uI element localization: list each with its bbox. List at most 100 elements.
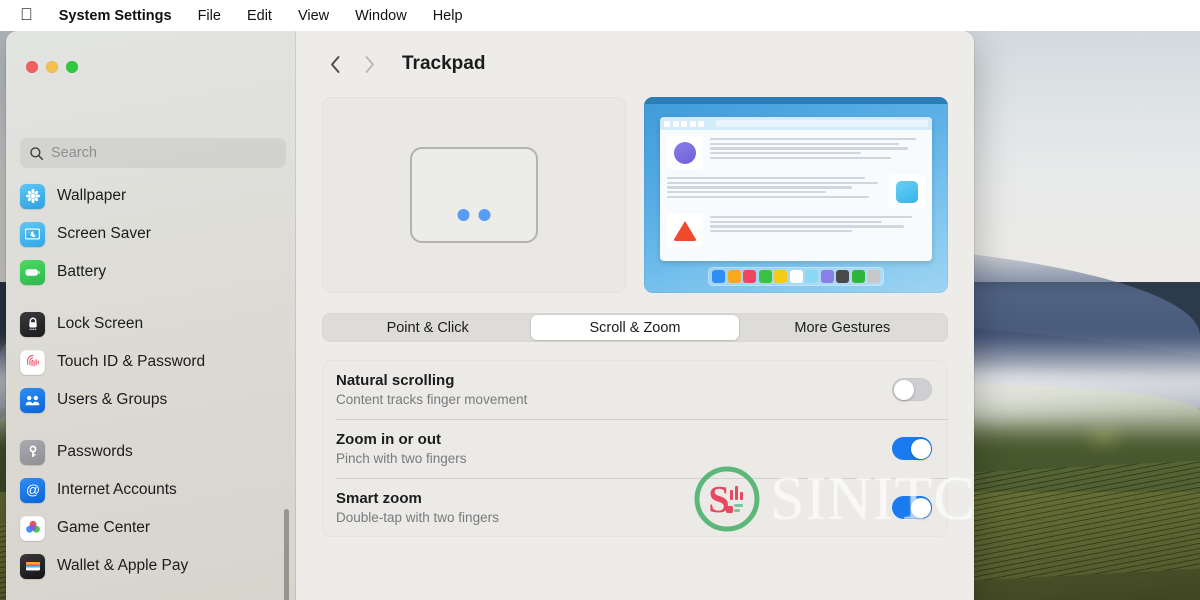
- sidebar-group-divider: [6, 291, 296, 305]
- demo-toolbar-square: [689, 120, 696, 127]
- toggle-knob: [910, 438, 931, 459]
- touch-id-icon: [20, 349, 45, 375]
- internet-accounts-icon: @: [20, 477, 45, 503]
- finger-dot: [457, 209, 470, 221]
- forward-button[interactable]: [352, 47, 386, 81]
- sidebar-item-label: Wallet & Apple Pay: [57, 557, 189, 574]
- demo-dock-icon: [789, 270, 803, 283]
- search-icon: [30, 146, 44, 160]
- setting-title: Natural scrolling: [336, 372, 455, 389]
- tab-point-and-click[interactable]: Point & Click: [324, 315, 531, 340]
- sidebar: Search Wallpaper Screen Saver Battery Lo…: [6, 31, 296, 600]
- sidebar-item-label: Wallpaper: [57, 187, 127, 204]
- sidebar-item-label: Battery: [57, 263, 107, 280]
- preview-row: [296, 97, 974, 293]
- trackpad-gesture-illustration: [322, 97, 626, 293]
- sidebar-item-screen-saver[interactable]: Screen Saver: [6, 215, 296, 253]
- demo-dock: [708, 267, 884, 286]
- screen-saver-icon: [20, 221, 45, 247]
- menu-item-help[interactable]: Help: [433, 8, 463, 24]
- settings-card: Natural scrolling Content tracks finger …: [322, 360, 948, 537]
- menu-item-view[interactable]: View: [298, 8, 329, 24]
- demo-thumb: [889, 175, 925, 208]
- sidebar-item-battery[interactable]: Battery: [6, 253, 296, 291]
- setting-text: Zoom in or out Pinch with two fingers: [336, 431, 467, 466]
- finger-dot: [478, 209, 491, 221]
- sidebar-item-touch-id[interactable]: Touch ID & Password: [6, 343, 296, 381]
- minimize-button[interactable]: [46, 61, 58, 73]
- sidebar-item-lock-screen[interactable]: Lock Screen: [6, 305, 296, 343]
- users-groups-icon: [20, 387, 45, 413]
- menu-item-file[interactable]: File: [198, 8, 221, 24]
- setting-subtitle: Double-tap with two fingers: [336, 510, 499, 525]
- search-placeholder: Search: [51, 145, 97, 161]
- battery-icon: [20, 259, 45, 285]
- smart-zoom-toggle[interactable]: [892, 496, 932, 519]
- sidebar-item-label: Game Center: [57, 519, 151, 536]
- menu-item-window[interactable]: Window: [355, 8, 407, 24]
- window-traffic-lights: [26, 61, 78, 73]
- sidebar-item-passwords[interactable]: Passwords: [6, 433, 296, 471]
- menu-item-edit[interactable]: Edit: [247, 8, 272, 24]
- sidebar-item-wallpaper[interactable]: Wallpaper: [6, 177, 296, 215]
- demo-toolbar-square: [698, 120, 704, 127]
- setting-row-natural-scrolling: Natural scrolling Content tracks finger …: [322, 360, 948, 419]
- toggle-knob: [910, 497, 931, 518]
- sidebar-scroll-area[interactable]: Wallpaper Screen Saver Battery Lock Scre…: [6, 177, 296, 600]
- search-field[interactable]: Search: [20, 138, 286, 168]
- setting-subtitle: Pinch with two fingers: [336, 451, 467, 466]
- sidebar-item-label: Passwords: [57, 443, 133, 460]
- sidebar-item-wallet-apple-pay[interactable]: Wallet & Apple Pay: [6, 547, 296, 585]
- lock-screen-icon: [20, 311, 45, 337]
- sidebar-scrollbar[interactable]: [284, 509, 289, 600]
- content-header: Trackpad: [296, 31, 974, 97]
- setting-text: Natural scrolling Content tracks finger …: [336, 372, 527, 407]
- zoom-button[interactable]: [66, 61, 78, 73]
- sidebar-item-internet-accounts[interactable]: @ Internet Accounts: [6, 471, 296, 509]
- demo-text-lines: [667, 175, 882, 198]
- setting-title: Zoom in or out: [336, 431, 441, 448]
- finger-dots: [457, 209, 491, 221]
- demo-address-bar: [716, 120, 928, 127]
- wallpaper-icon: [20, 183, 45, 209]
- sidebar-group-divider: [6, 419, 296, 433]
- sidebar-item-label: Internet Accounts: [57, 481, 177, 498]
- apple-menu-icon[interactable]: : [20, 6, 33, 23]
- sidebar-item-label: Touch ID & Password: [57, 353, 206, 370]
- gesture-tabs: Point & Click Scroll & Zoom More Gesture…: [322, 313, 948, 342]
- gesture-demo-video[interactable]: [644, 97, 948, 293]
- chevron-right-icon: [365, 55, 374, 73]
- demo-dock-icon: [743, 270, 756, 283]
- demo-toolbar-square: [681, 120, 687, 127]
- sidebar-item-label: Lock Screen: [57, 315, 144, 332]
- passwords-key-icon: [20, 439, 45, 465]
- tab-more-gestures[interactable]: More Gestures: [739, 315, 946, 340]
- close-button[interactable]: [26, 61, 38, 73]
- demo-browser-content: [660, 130, 932, 253]
- demo-browser-toolbar: [660, 117, 932, 130]
- sidebar-item-game-center[interactable]: Game Center: [6, 509, 296, 547]
- demo-text-lines: [710, 136, 925, 159]
- toggle-knob: [893, 379, 914, 400]
- demo-content-block: [667, 214, 925, 247]
- menu-item-system-settings[interactable]: System Settings: [59, 8, 172, 24]
- demo-menubar: [644, 97, 948, 104]
- wallet-apple-pay-icon: [20, 553, 45, 579]
- demo-dock-icon: [774, 270, 787, 283]
- red-triangle-shape: [673, 220, 697, 241]
- setting-subtitle: Content tracks finger movement: [336, 392, 528, 407]
- demo-dock-icon: [836, 270, 849, 283]
- demo-browser-window: [660, 117, 932, 261]
- tab-scroll-and-zoom[interactable]: Scroll & Zoom: [531, 315, 739, 340]
- demo-toolbar-square: [672, 120, 679, 127]
- back-button[interactable]: [318, 47, 352, 81]
- demo-thumb: [667, 136, 703, 169]
- demo-dock-icon: [805, 270, 818, 283]
- zoom-in-or-out-toggle[interactable]: [892, 437, 932, 460]
- sidebar-item-label: Screen Saver: [57, 225, 151, 242]
- demo-text-lines: [710, 214, 925, 233]
- demo-dock-icon: [712, 270, 725, 283]
- demo-dock-icon: [851, 270, 865, 283]
- natural-scrolling-toggle[interactable]: [892, 378, 932, 401]
- sidebar-item-users-groups[interactable]: Users & Groups: [6, 381, 296, 419]
